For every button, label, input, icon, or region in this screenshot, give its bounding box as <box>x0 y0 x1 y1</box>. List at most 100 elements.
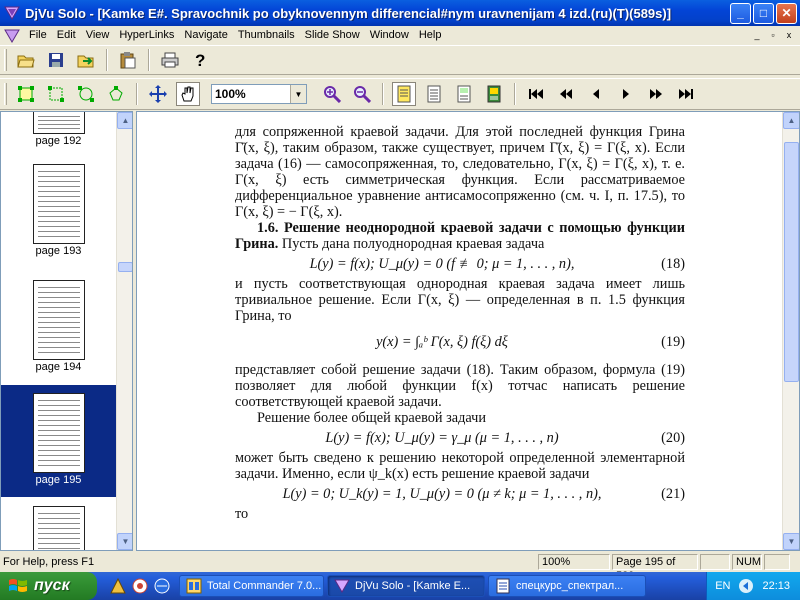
thumbnail-page-195[interactable]: page 195 <box>1 385 116 497</box>
move-icon[interactable] <box>146 82 170 106</box>
zoom-value: 100% <box>215 87 246 101</box>
status-num: NUM <box>732 554 762 570</box>
save-icon[interactable] <box>44 48 68 72</box>
thumbnails-scrollbar[interactable]: ▲ ▼ <box>116 112 132 550</box>
scroll-up-icon[interactable]: ▲ <box>117 112 132 129</box>
thumbnail-page-194[interactable]: page 194 <box>1 280 116 380</box>
toolbar-separator <box>106 49 108 71</box>
single-page-view-icon[interactable] <box>392 82 416 106</box>
help-question-icon[interactable]: ? <box>188 48 212 72</box>
menu-navigate[interactable]: Navigate <box>179 26 232 45</box>
task-word-document[interactable]: спецкурс_спектрал... <box>488 575 646 597</box>
hand-pan-icon[interactable] <box>176 82 200 106</box>
djvu-app-icon <box>334 579 350 593</box>
mdi-restore-button[interactable]: ▫ <box>766 29 780 42</box>
status-scrl <box>764 554 790 570</box>
view-toolbar: 100% ▼ <box>0 78 800 110</box>
toolbar-grip[interactable] <box>4 49 7 71</box>
scroll-down-icon[interactable]: ▼ <box>117 533 132 550</box>
thumbnails-panel[interactable]: page 192 page 193 page 194 page 195 ▲ ▼ <box>0 111 133 551</box>
toolbar-separator <box>514 83 516 105</box>
maximize-button[interactable]: □ <box>753 2 774 24</box>
task-label: спецкурс_спектрал... <box>516 580 624 592</box>
select-rect-icon[interactable] <box>44 82 68 106</box>
document-page: для сопряженной краевой задачи. Для этой… <box>235 124 685 522</box>
taskbar: пуск Total Commander 7.0... DjVu Solo - … <box>0 572 800 600</box>
zoom-in-icon[interactable] <box>320 82 344 106</box>
task-label: DjVu Solo - [Kamke E... <box>355 580 471 592</box>
document-view[interactable]: для сопряженной краевой задачи. Для этой… <box>136 111 800 551</box>
menu-hyperlinks[interactable]: HyperLinks <box>114 26 179 45</box>
document-scrollbar[interactable]: ▲ ▼ <box>782 112 799 550</box>
scroll-down-icon[interactable]: ▼ <box>783 533 799 550</box>
minimize-button[interactable]: _ <box>730 2 751 24</box>
task-total-commander[interactable]: Total Commander 7.0... <box>179 575 324 597</box>
mdi-controls: _ ▫ x <box>750 29 796 42</box>
thumbnail-page-193[interactable]: page 193 <box>1 164 116 264</box>
first-page-icon[interactable] <box>524 82 548 106</box>
menu-slide-show[interactable]: Slide Show <box>300 26 365 45</box>
paste-icon[interactable] <box>116 48 140 72</box>
previous-screen-icon[interactable] <box>554 82 578 106</box>
quick-launch <box>109 577 171 595</box>
start-button[interactable]: пуск <box>0 572 97 600</box>
svg-text:?: ? <box>195 51 205 69</box>
select-ellipse-icon[interactable] <box>74 82 98 106</box>
close-button[interactable]: ✕ <box>776 2 797 24</box>
paragraph: для сопряженной краевой задачи. Для этой… <box>235 124 685 220</box>
quicklaunch-browser-icon[interactable] <box>131 577 149 595</box>
tray-arrow-icon[interactable] <box>738 578 754 594</box>
quicklaunch-app-icon[interactable] <box>109 577 127 595</box>
facing-pages-icon[interactable] <box>452 82 476 106</box>
thumbnail-page-192[interactable]: page 192 <box>1 112 116 152</box>
scroll-thumb[interactable] <box>118 262 132 272</box>
djvu-window: DjVu Solo - [Kamke E#. Spravochnik po ob… <box>0 0 800 582</box>
equation: y(x) = ∫ₐᵇ Γ(x, ξ) f(ξ) dξ (19) <box>235 334 685 350</box>
select-polygon-icon[interactable] <box>104 82 128 106</box>
word-document-icon <box>496 578 510 594</box>
menu-help[interactable]: Help <box>414 26 447 45</box>
menu-view[interactable]: View <box>81 26 115 45</box>
menu-edit[interactable]: Edit <box>52 26 81 45</box>
continuous-view-icon[interactable] <box>422 82 446 106</box>
quicklaunch-show-desktop-icon[interactable] <box>153 577 171 595</box>
open-file-icon[interactable] <box>14 48 38 72</box>
zoom-out-icon[interactable] <box>350 82 374 106</box>
next-page-icon[interactable] <box>614 82 638 106</box>
print-icon[interactable] <box>158 48 182 72</box>
select-region-icon[interactable] <box>14 82 38 106</box>
equation-body: L(y) = f(x); U_μ(y) = γ_μ (μ = 1, . . . … <box>325 430 559 446</box>
page-layout-icon[interactable] <box>482 82 506 106</box>
start-label: пуск <box>34 577 70 594</box>
page-thumbnail-image <box>32 280 85 360</box>
scroll-up-icon[interactable]: ▲ <box>783 112 799 129</box>
scroll-thumb[interactable] <box>784 142 799 382</box>
document-icon[interactable] <box>4 29 20 43</box>
mdi-close-button[interactable]: x <box>782 29 796 42</box>
page-thumbnail-image <box>32 506 85 550</box>
menu-thumbnails[interactable]: Thumbnails <box>233 26 300 45</box>
chevron-down-icon[interactable]: ▼ <box>290 85 306 103</box>
title-bar[interactable]: DjVu Solo - [Kamke E#. Spravochnik po ob… <box>0 0 800 26</box>
toolbar-grip[interactable] <box>4 83 7 105</box>
paragraph: может быть сведено к решению некоторой о… <box>235 450 685 482</box>
paragraph: представляет собой решение задачи (18). … <box>235 362 685 410</box>
last-page-icon[interactable] <box>674 82 698 106</box>
thumbnail-label: page 192 <box>35 135 82 147</box>
export-icon[interactable] <box>74 48 98 72</box>
task-label: Total Commander 7.0... <box>207 580 322 592</box>
clock[interactable]: 22:13 <box>762 580 790 592</box>
menu-file[interactable]: File <box>24 26 52 45</box>
menu-window[interactable]: Window <box>365 26 414 45</box>
previous-page-icon[interactable] <box>584 82 608 106</box>
thumbnail-page-196[interactable] <box>1 506 116 550</box>
language-indicator[interactable]: EN <box>715 580 730 592</box>
djvu-app-icon <box>4 6 20 20</box>
task-djvu-solo[interactable]: DjVu Solo - [Kamke E... <box>327 575 485 597</box>
zoom-select[interactable]: 100% ▼ <box>211 84 307 104</box>
system-tray: EN 22:13 <box>706 572 800 600</box>
next-screen-icon[interactable] <box>644 82 668 106</box>
page-thumbnail-image <box>32 164 85 244</box>
page-thumbnail-image <box>32 393 85 473</box>
mdi-minimize-button[interactable]: _ <box>750 29 764 42</box>
